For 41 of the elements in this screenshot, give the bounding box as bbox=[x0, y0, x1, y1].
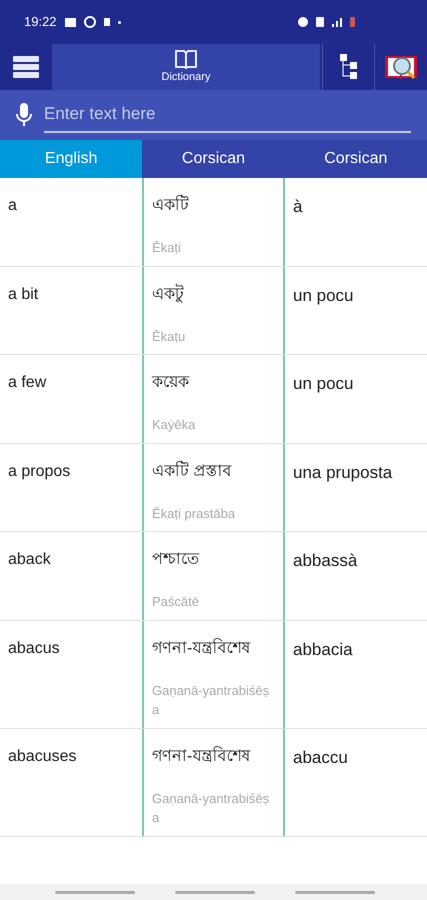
transliteration: Ēkaṭi prastāba bbox=[152, 504, 236, 523]
search-field[interactable]: Enter text here bbox=[44, 97, 411, 133]
corsican-word: à bbox=[293, 197, 302, 216]
corsican-word: abbassà bbox=[293, 551, 358, 570]
transliteration: Ēkaṭu bbox=[152, 328, 186, 346]
search-bar[interactable]: Enter text here bbox=[0, 90, 427, 140]
english-word: a few bbox=[8, 374, 46, 391]
bengali-word: একটি bbox=[152, 194, 275, 218]
bengali-word: একটু bbox=[152, 282, 185, 305]
language-tab[interactable]: Corsican bbox=[142, 140, 285, 178]
transliteration: Kaẏēka bbox=[152, 416, 196, 434]
bengali-word: গণনা-যন্ত্রবিশেষ bbox=[152, 637, 252, 658]
dot-icon bbox=[118, 20, 121, 24]
corsican-word: abbacia bbox=[293, 640, 353, 658]
signal-icon bbox=[332, 18, 342, 26]
book-icon bbox=[174, 48, 198, 69]
menu-icon bbox=[13, 55, 39, 79]
english-word: aback bbox=[8, 551, 51, 568]
bengali-word: একটি প্রস্তাব bbox=[152, 460, 233, 482]
transliteration: Paścātē bbox=[152, 593, 200, 611]
corsican-word: una pruposta bbox=[293, 462, 392, 482]
english-word: a propos bbox=[8, 462, 70, 480]
english-word: abacuses bbox=[8, 748, 76, 764]
transliteration: Gaṇanā-yantrabiśēṣa bbox=[152, 682, 270, 719]
status-time: 19:22 bbox=[24, 13, 57, 32]
transliteration: Ēkaṭi bbox=[152, 239, 182, 257]
bengali-word: পশ্চাতে bbox=[152, 550, 200, 570]
bengali-word: গণনা-যন্ত্রবিশেষ bbox=[152, 745, 252, 766]
bengali-word: কয়েক bbox=[152, 373, 190, 393]
transliteration: Gaṇanā-yantrabiśēṣa bbox=[152, 790, 270, 827]
corsican-word: abaccu bbox=[293, 748, 348, 766]
dictionary-tab[interactable]: Dictionary bbox=[52, 44, 320, 90]
microphone-icon[interactable] bbox=[16, 103, 32, 127]
language-tab[interactable]: Corsican bbox=[284, 140, 427, 178]
english-word: abacus bbox=[8, 640, 60, 656]
battery-icon bbox=[350, 17, 355, 27]
english-word: a bbox=[8, 197, 17, 214]
english-word: a bit bbox=[8, 286, 38, 302]
hierarchy-icon bbox=[340, 54, 358, 80]
corsican-word: un pocu bbox=[293, 286, 354, 304]
corsican-word: un pocu bbox=[293, 374, 354, 393]
